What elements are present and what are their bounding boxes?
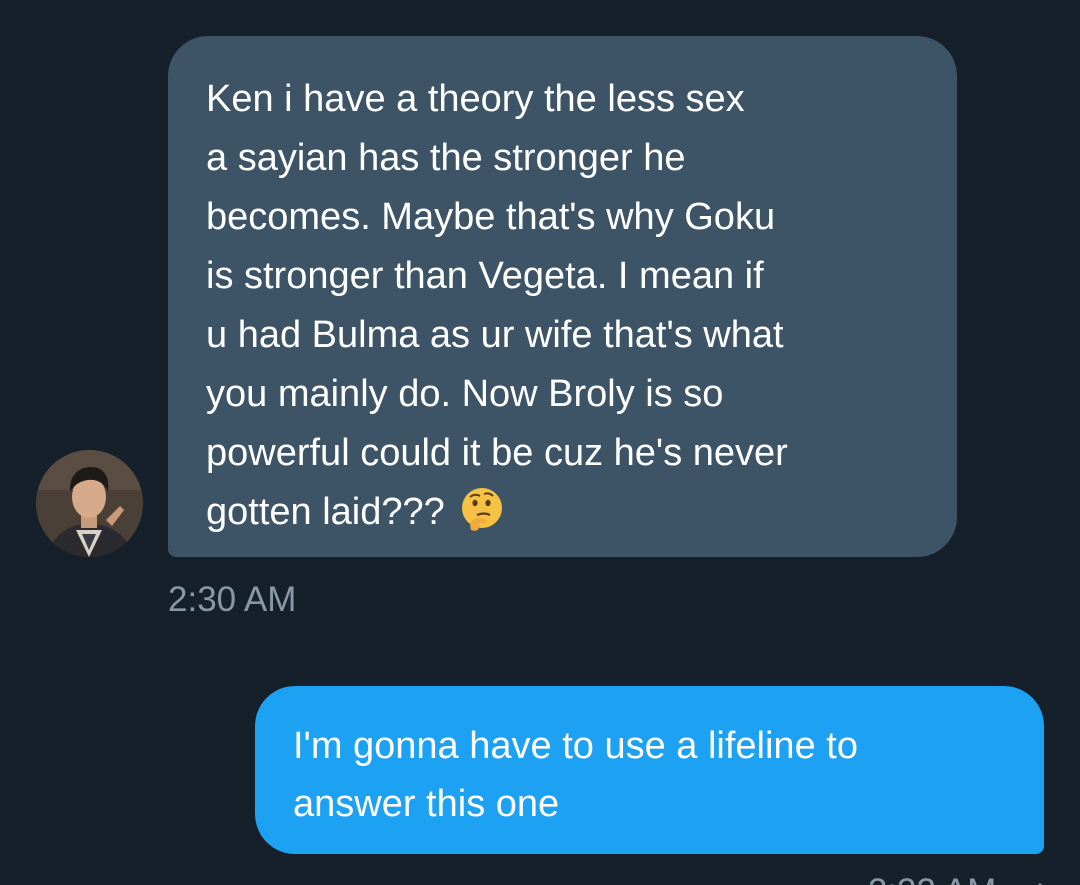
incoming-message-text: Ken i have a theory the less sex a sayia… — [206, 78, 788, 533]
outgoing-message-timestamp: 2:33 AM — [868, 872, 996, 885]
outgoing-message-text: I'm gonna have to use a lifeline to answ… — [293, 725, 858, 825]
outgoing-message-meta: 2:33 AM — [868, 870, 1044, 885]
avatar-photo-icon — [36, 450, 143, 557]
thinking-face-emoji-icon — [459, 486, 505, 532]
outgoing-message-bubble[interactable]: I'm gonna have to use a lifeline to answ… — [255, 686, 1044, 854]
incoming-message-bubble[interactable]: Ken i have a theory the less sex a sayia… — [168, 36, 957, 557]
message-thread: Ken i have a theory the less sex a sayia… — [0, 0, 1080, 885]
sent-check-icon — [1020, 870, 1044, 885]
contact-avatar[interactable] — [36, 450, 143, 557]
incoming-message-timestamp: 2:30 AM — [168, 580, 297, 619]
